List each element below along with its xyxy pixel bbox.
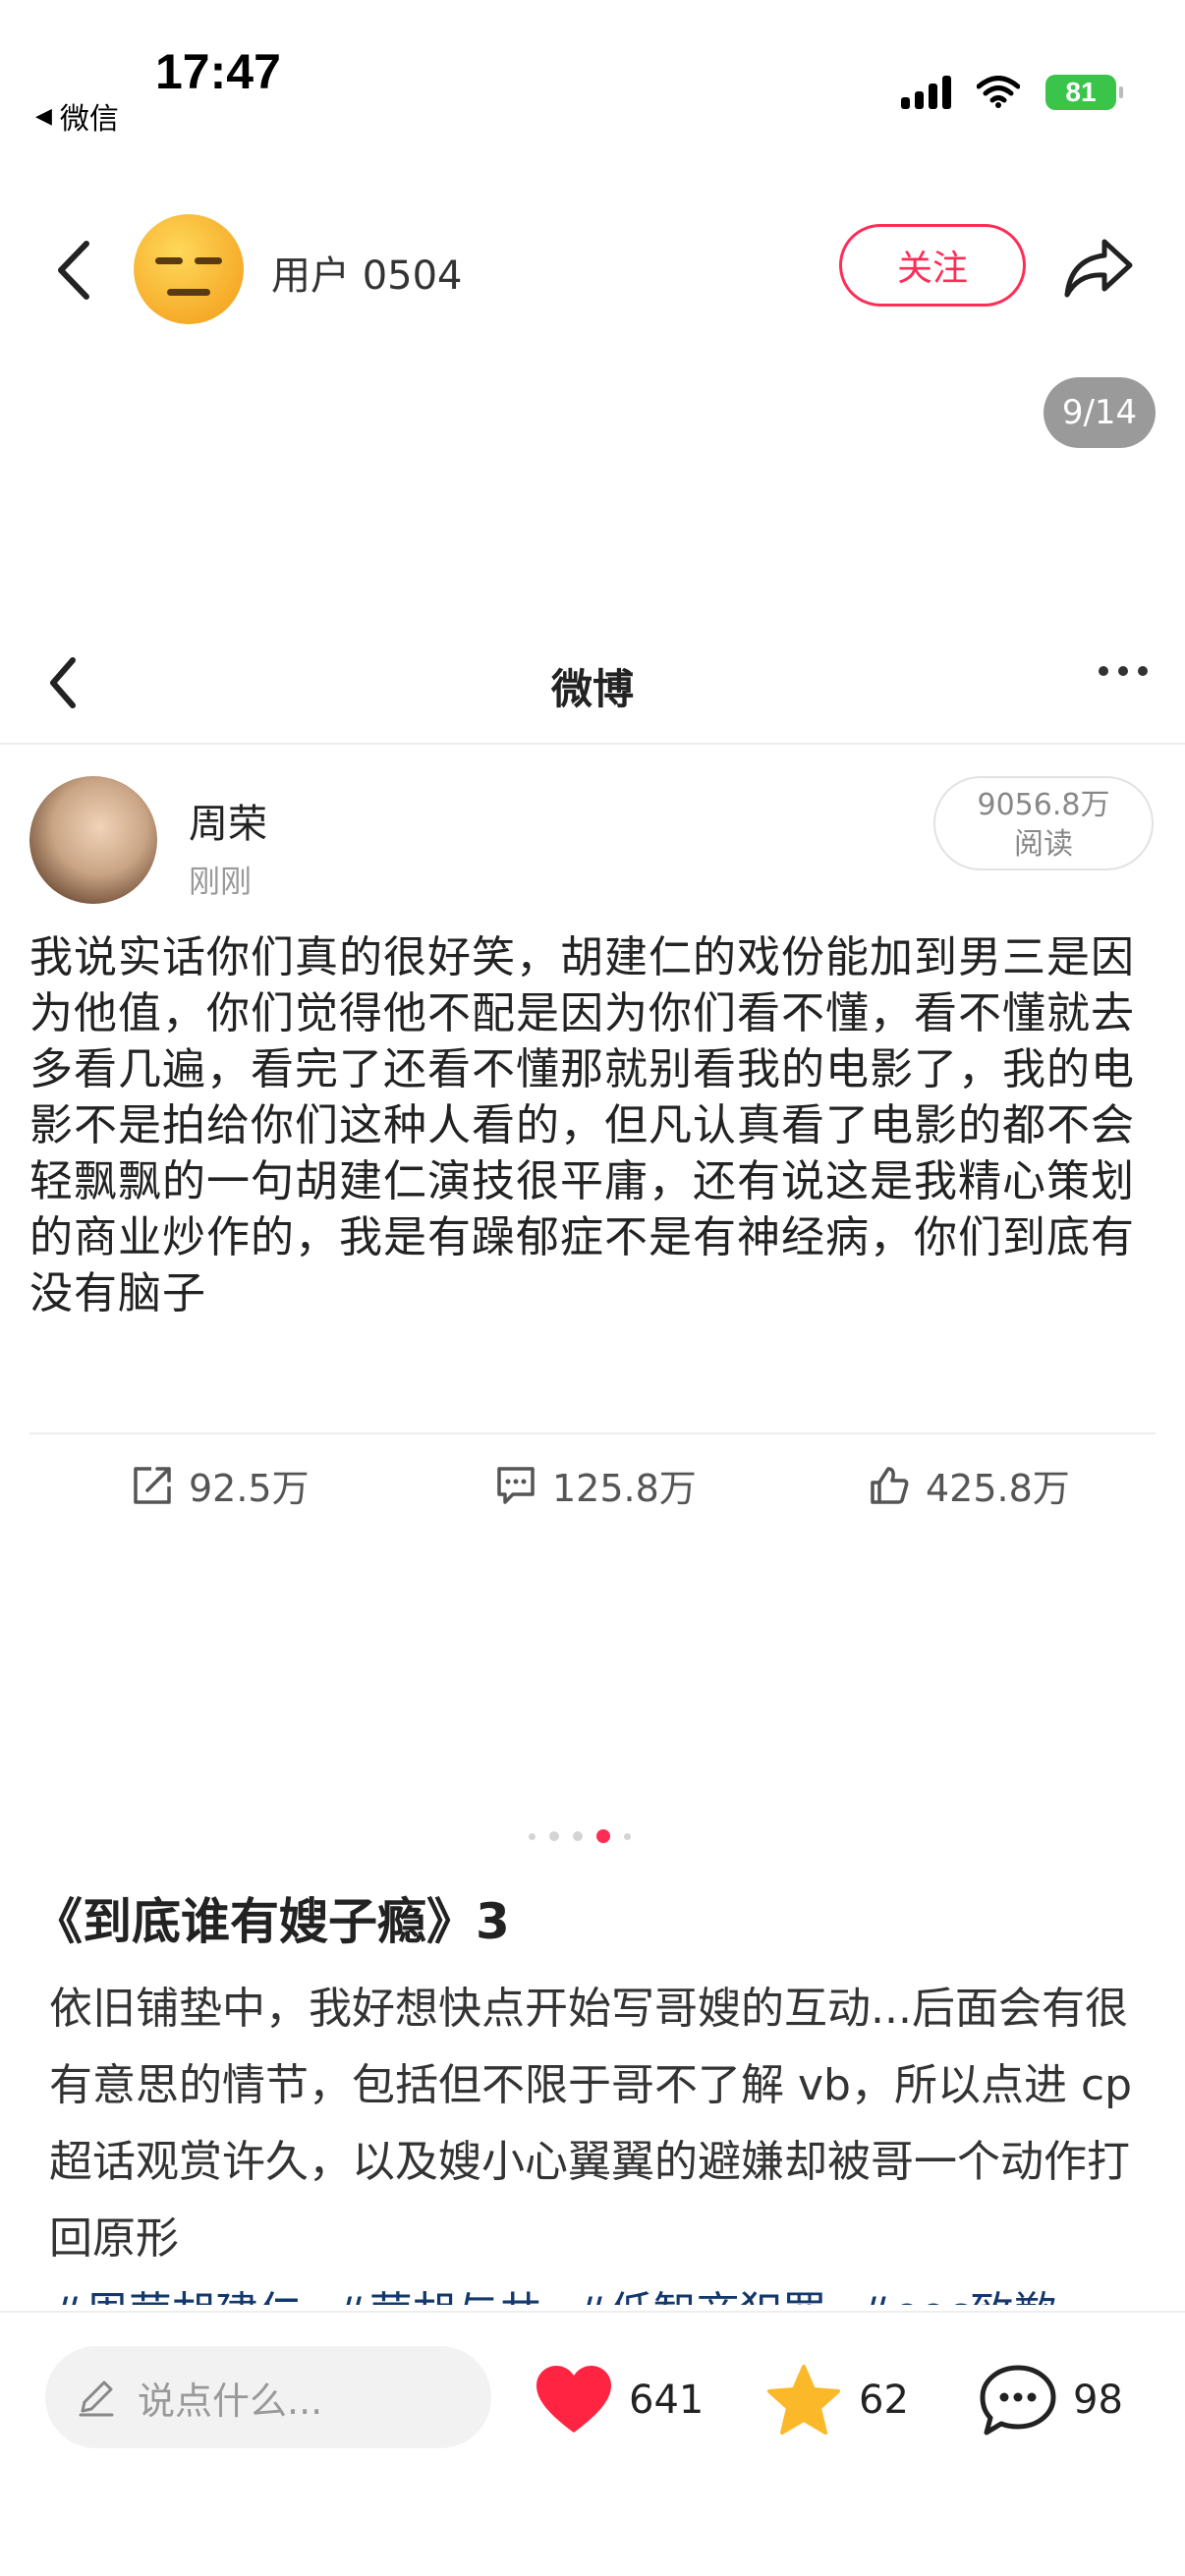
carousel-indicator bbox=[529, 1829, 631, 1843]
carousel-dot bbox=[529, 1832, 536, 1840]
weibo-like-count: 425.8万 bbox=[926, 1467, 1070, 1510]
carousel-dot bbox=[573, 1831, 583, 1841]
repost-icon bbox=[134, 1466, 171, 1504]
bottom-action-bar: 说点什么... 641 62 98 bbox=[0, 2311, 1185, 2576]
weibo-comment-count: 125.8万 bbox=[552, 1467, 697, 1510]
note-tags: #周荣胡建仁 #荣胡与共 #低智商犯罪 #ooc致歉 bbox=[49, 2275, 1150, 2305]
comment-input[interactable]: 说点什么... bbox=[45, 2346, 491, 2448]
weibo-read-value: 9056.8万 bbox=[977, 788, 1110, 822]
carousel-dot bbox=[549, 1831, 559, 1841]
weibo-post-body: 我说实话你们真的很好笑，胡建仁的戏份能加到男三是因为他值，你们觉得他不配是因为你… bbox=[29, 932, 1135, 1318]
like-button[interactable]: 641 bbox=[535, 2364, 704, 2436]
share-arrow-icon[interactable] bbox=[1061, 234, 1136, 303]
comment-icon bbox=[497, 1466, 535, 1504]
image-page-counter: 9/14 bbox=[1044, 377, 1156, 448]
carousel-dot bbox=[624, 1832, 631, 1840]
weibo-like: 425.8万 bbox=[867, 1458, 1070, 1512]
status-time: 17:47 bbox=[155, 44, 281, 99]
favorite-button[interactable]: 62 bbox=[764, 2364, 909, 2436]
battery-icon: 81 bbox=[1045, 75, 1123, 110]
hashtag-link[interactable]: #低智商犯罪 bbox=[574, 2288, 826, 2305]
username[interactable]: 用户 0504 bbox=[271, 244, 463, 301]
back-triangle-icon: ◀ bbox=[35, 103, 52, 129]
author-header: 用户 0504 关注 bbox=[0, 206, 1185, 334]
weibo-post-time: 刚刚 bbox=[189, 863, 253, 900]
weibo-action-row: 92.5万 125.8万 425.8万 bbox=[0, 1458, 1185, 1517]
chat-bubble-icon bbox=[980, 2365, 1056, 2436]
status-back-to-app[interactable]: ◀ 微信 bbox=[35, 94, 119, 138]
wifi-icon bbox=[977, 76, 1020, 108]
hashtag-link[interactable]: #荣胡与共 bbox=[333, 2288, 542, 2305]
weibo-nav-title: 微博 bbox=[550, 665, 634, 713]
comment-placeholder: 说点什么... bbox=[138, 2379, 323, 2423]
more-dots-icon bbox=[1099, 666, 1148, 676]
note-body: 依旧铺垫中，我好想快点开始写哥嫂的互动...后面会有很有意思的情节，包括但不限于… bbox=[49, 1984, 1133, 2264]
avatar[interactable] bbox=[134, 214, 244, 324]
weibo-comment: 125.8万 bbox=[493, 1458, 697, 1512]
cellular-signal-icon bbox=[901, 76, 951, 109]
pen-icon bbox=[79, 2380, 114, 2417]
carousel-dot-active bbox=[596, 1829, 610, 1843]
like-count: 641 bbox=[629, 2378, 705, 2423]
weibo-repost-count: 92.5万 bbox=[189, 1467, 310, 1510]
status-icons: 81 bbox=[901, 75, 1123, 110]
comments-button[interactable]: 98 bbox=[979, 2364, 1123, 2436]
star-icon bbox=[767, 2365, 840, 2435]
weibo-nav-bar: 微博 bbox=[0, 629, 1185, 745]
chevron-left-icon[interactable] bbox=[49, 236, 98, 305]
note-title: 《到底谁有嫂子瘾》3 bbox=[33, 1893, 510, 1950]
weibo-read-count: 9056.8万 阅读 bbox=[933, 776, 1154, 870]
hashtag-link[interactable]: #ooc致歉 bbox=[858, 2288, 1057, 2305]
favorite-count: 62 bbox=[859, 2378, 909, 2423]
hashtag-link[interactable]: #周荣胡建仁 bbox=[49, 2288, 302, 2305]
weibo-author-name: 周荣 bbox=[189, 802, 267, 847]
battery-level: 81 bbox=[1065, 77, 1097, 107]
heart-icon bbox=[536, 2366, 611, 2433]
comment-count: 98 bbox=[1073, 2378, 1123, 2423]
follow-button[interactable]: 关注 bbox=[839, 224, 1026, 307]
weibo-read-label: 阅读 bbox=[1014, 827, 1073, 862]
thumbs-up-icon bbox=[871, 1466, 909, 1504]
weibo-author-avatar bbox=[29, 776, 157, 904]
status-back-label: 微信 bbox=[59, 102, 119, 137]
weibo-divider bbox=[29, 1432, 1156, 1434]
weibo-repost: 92.5万 bbox=[130, 1458, 310, 1512]
